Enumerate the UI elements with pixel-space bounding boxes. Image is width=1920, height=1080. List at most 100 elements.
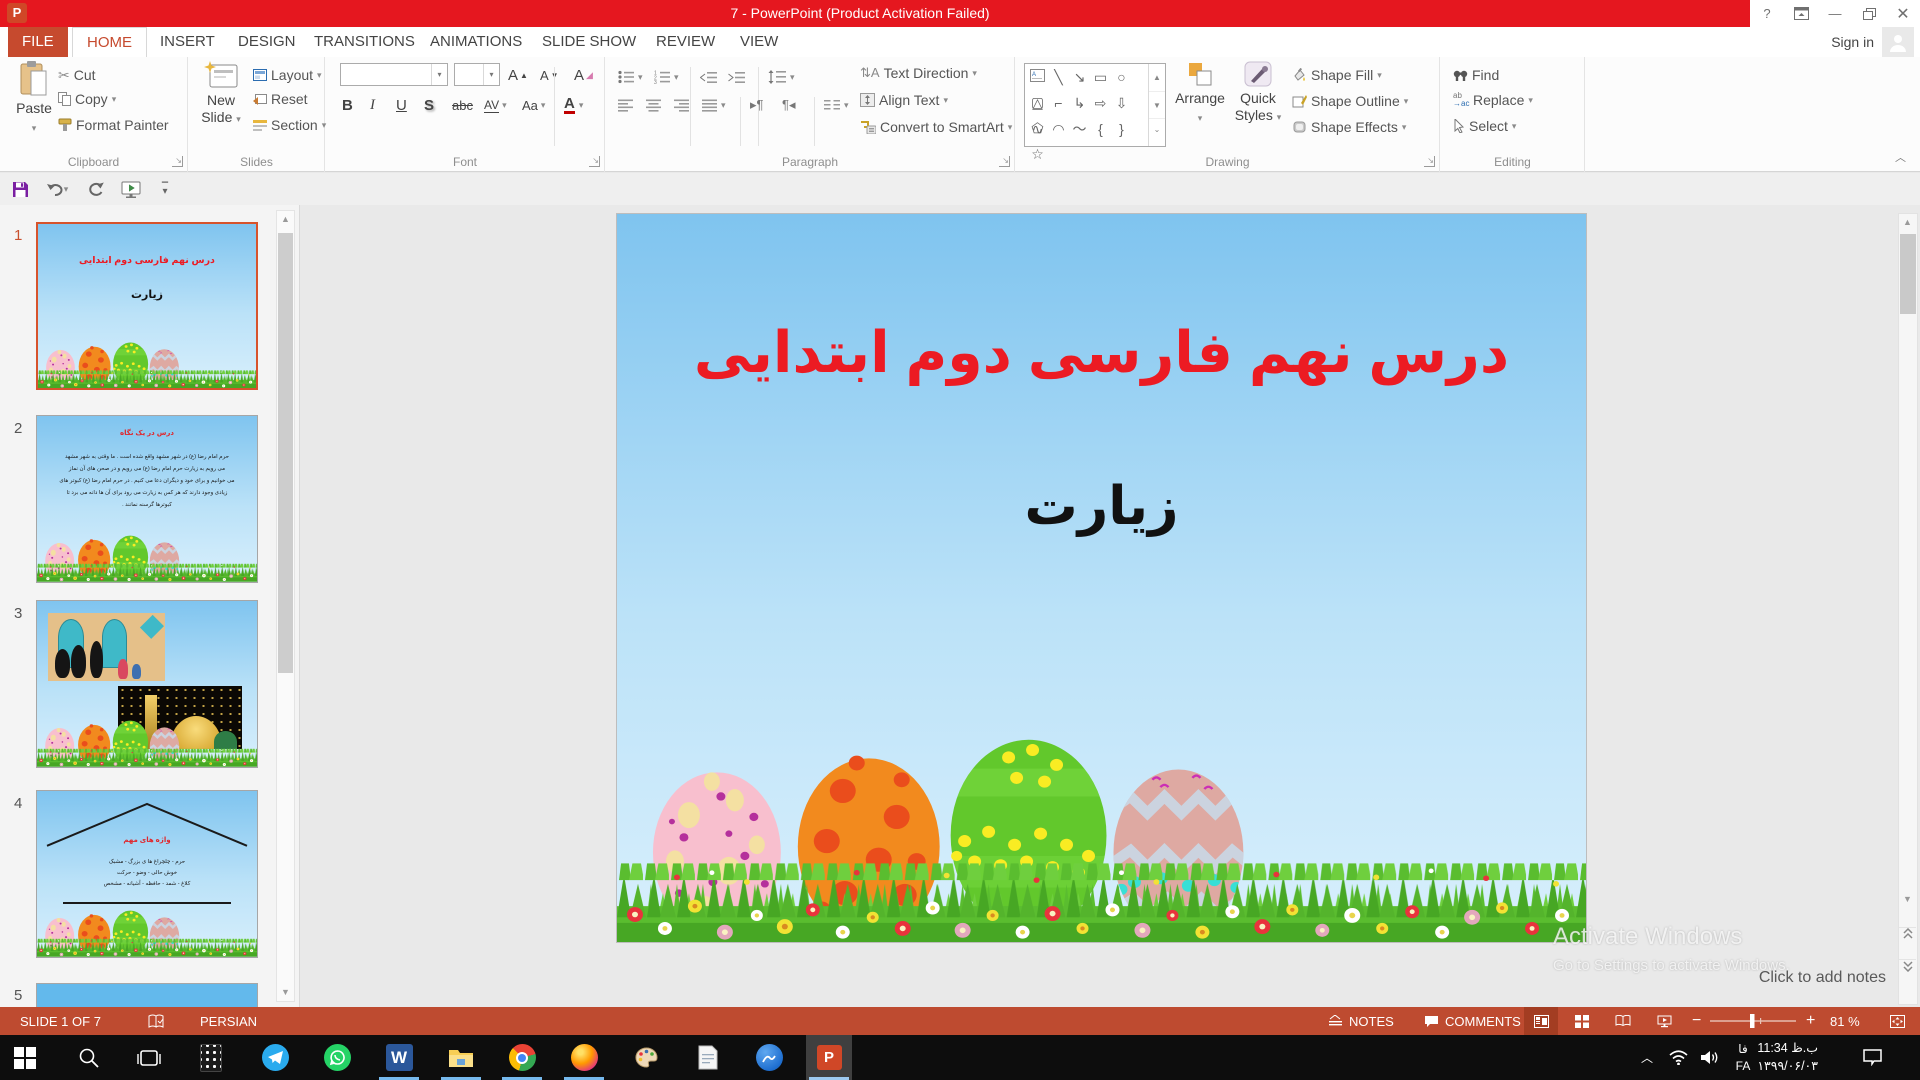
- bullets-button[interactable]: ▾: [618, 65, 643, 89]
- shape-oval-icon[interactable]: ○: [1111, 65, 1132, 90]
- shape-outline-button[interactable]: Shape Outline▾: [1292, 89, 1408, 113]
- tray-expand-chevron[interactable]: ︿: [1632, 1035, 1662, 1080]
- task-view-button[interactable]: [126, 1035, 172, 1080]
- shape-arc-icon[interactable]: ◠: [1048, 117, 1069, 142]
- slide-thumbnail-2[interactable]: درس در یک نگاه حرم امام رضا (ع) در شهر م…: [36, 415, 258, 583]
- align-text-button[interactable]: Align Text▾: [860, 88, 948, 112]
- decrease-indent-button[interactable]: [700, 65, 717, 89]
- scroll-down-arrow[interactable]: ▼: [1899, 891, 1916, 908]
- undo-button[interactable]: ▾: [40, 177, 74, 201]
- strikethrough-button[interactable]: abc: [452, 93, 473, 117]
- justify-dropdown-arrow[interactable]: ▾: [721, 100, 726, 111]
- slide-show-button[interactable]: [1647, 1007, 1681, 1035]
- shape-triangle-icon[interactable]: △: [1027, 91, 1048, 116]
- layout-button[interactable]: Layout▾: [253, 63, 322, 87]
- arrange-button[interactable]: Arrange ▾: [1172, 61, 1228, 127]
- ltr-text-direction-button[interactable]: ▸¶: [750, 93, 764, 117]
- reset-button[interactable]: Reset: [253, 87, 308, 111]
- collapse-ribbon-button[interactable]: ︿: [1895, 149, 1906, 165]
- columns-dropdown-arrow[interactable]: ▾: [844, 100, 849, 111]
- shape-curve-icon[interactable]: 〜: [1069, 117, 1090, 142]
- slide-canvas[interactable]: درس نهم فارسی دوم ابتدایی زیارت: [616, 213, 1587, 943]
- shape-scribble-icon[interactable]: ∿: [1027, 117, 1048, 142]
- grow-font-button[interactable]: A▲: [508, 63, 528, 87]
- paste-button[interactable]: Paste ▾: [6, 61, 62, 137]
- tab-insert[interactable]: INSERT: [146, 27, 229, 57]
- notepad-icon[interactable]: [685, 1035, 731, 1080]
- shrink-font-button[interactable]: A▼: [540, 63, 559, 87]
- fit-slide-to-window-button[interactable]: [1880, 1007, 1914, 1035]
- justify-button[interactable]: ▾: [702, 93, 726, 117]
- font-dialog-launcher[interactable]: ↘: [589, 156, 600, 167]
- zoom-out-button[interactable]: −: [1692, 1007, 1701, 1035]
- thumbnail-scrollbar[interactable]: ▲ ▼: [276, 210, 295, 1002]
- sign-in-link[interactable]: Sign in: [1831, 27, 1874, 57]
- columns-button[interactable]: ▾: [824, 93, 849, 117]
- tab-animations[interactable]: ANIMATIONS: [416, 27, 536, 57]
- tab-slide-show[interactable]: SLIDE SHOW: [528, 27, 650, 57]
- reading-view-button[interactable]: [1606, 1007, 1640, 1035]
- action-center-icon[interactable]: [1852, 1035, 1892, 1080]
- tab-design[interactable]: DESIGN: [224, 27, 310, 57]
- slide-title-text[interactable]: درس نهم فارسی دوم ابتدایی: [617, 320, 1586, 386]
- line-spacing-dropdown-arrow[interactable]: ▾: [790, 72, 795, 83]
- align-center-button[interactable]: [646, 93, 661, 117]
- shape-effects-button[interactable]: Shape Effects▾: [1292, 115, 1406, 139]
- quick-styles-button[interactable]: QuickStyles ▾: [1230, 61, 1286, 126]
- shape-down-arrow-icon[interactable]: ⇩: [1111, 91, 1132, 116]
- line-spacing-button[interactable]: ▾: [768, 65, 795, 89]
- powerpoint-taskbar-icon[interactable]: P: [806, 1035, 852, 1080]
- redo-button[interactable]: [82, 177, 108, 201]
- minimize-button[interactable]: —: [1818, 0, 1852, 27]
- shapes-scroll-down[interactable]: ▼: [1149, 91, 1165, 118]
- start-from-beginning-button[interactable]: [116, 177, 146, 201]
- start-button[interactable]: [2, 1035, 48, 1080]
- notes-placeholder[interactable]: Click to add notes: [1759, 969, 1886, 987]
- new-slide-button[interactable]: NewSlide ▾: [193, 61, 249, 128]
- volume-icon[interactable]: [1694, 1035, 1728, 1080]
- increase-indent-button[interactable]: [728, 65, 745, 89]
- keypad-app-icon[interactable]: [188, 1035, 234, 1080]
- shape-rectangle-icon[interactable]: ▭: [1090, 65, 1111, 90]
- tab-view[interactable]: VIEW: [726, 27, 792, 57]
- shape-arrow-icon[interactable]: ↘: [1069, 65, 1090, 90]
- format-painter-button[interactable]: Format Painter: [58, 113, 169, 137]
- shape-textbox-icon[interactable]: A: [1027, 65, 1048, 90]
- slide-thumbnail-4[interactable]: واژه های مهم حرم - چلچراغ ها ی بزرگ - مش…: [36, 790, 258, 958]
- rtl-text-direction-button[interactable]: ¶◂: [782, 93, 796, 117]
- clock[interactable]: ب.ظ 11:34 ۱۳۹۹/۰۶/۰۳: [1752, 1039, 1818, 1075]
- save-button[interactable]: [8, 177, 32, 201]
- close-button[interactable]: ✕: [1886, 0, 1920, 27]
- help-icon[interactable]: ?: [1750, 0, 1784, 27]
- cut-button[interactable]: ✂ Cut: [58, 63, 96, 87]
- ribbon-display-options-icon[interactable]: [1784, 0, 1818, 27]
- shapes-gallery[interactable]: A╲↘▭○▢ △⌐↳⇨⇩⬠ ∿◠〜{}☆ ▲ ▼ ⌄: [1024, 63, 1166, 147]
- spell-check-icon[interactable]: [148, 1007, 165, 1035]
- undo-dropdown-arrow[interactable]: ▾: [64, 184, 69, 195]
- align-left-button[interactable]: [618, 93, 633, 117]
- numbering-dropdown-arrow[interactable]: ▾: [674, 72, 679, 83]
- numbering-button[interactable]: 123 ▾: [654, 65, 679, 89]
- slide-subtitle-text[interactable]: زیارت: [617, 476, 1586, 537]
- section-button[interactable]: Section▾: [253, 113, 326, 137]
- shape-fill-button[interactable]: Shape Fill▾: [1292, 63, 1382, 87]
- copy-button[interactable]: Copy ▾: [58, 87, 116, 111]
- scroll-up-arrow[interactable]: ▲: [1899, 214, 1916, 231]
- slide-sorter-view-button[interactable]: [1565, 1007, 1599, 1035]
- font-name-combo[interactable]: ▾: [340, 63, 448, 86]
- find-button[interactable]: Find: [1453, 63, 1499, 87]
- chrome-icon[interactable]: [499, 1035, 545, 1080]
- main-scrollbar[interactable]: ▲ ▼: [1898, 213, 1918, 1005]
- slide-thumbnail-1[interactable]: درس نهم فارسی دوم ابتدایی زیارت: [36, 222, 258, 390]
- font-color-button[interactable]: A▾: [564, 93, 583, 117]
- tab-file[interactable]: FILE: [8, 27, 68, 57]
- character-spacing-button[interactable]: AV▾: [484, 93, 507, 117]
- next-slide-button[interactable]: [1899, 959, 1916, 976]
- underline-button[interactable]: U: [396, 93, 407, 117]
- slide-thumbnail-3[interactable]: [36, 600, 258, 768]
- text-direction-button[interactable]: ⇅A Text Direction▾: [860, 61, 977, 85]
- shapes-scroll-up[interactable]: ▲: [1149, 64, 1165, 91]
- convert-to-smartart-button[interactable]: Convert to SmartArt▾: [860, 115, 1012, 139]
- align-right-button[interactable]: [674, 93, 689, 117]
- shape-elbow-icon[interactable]: ⌐: [1048, 91, 1069, 116]
